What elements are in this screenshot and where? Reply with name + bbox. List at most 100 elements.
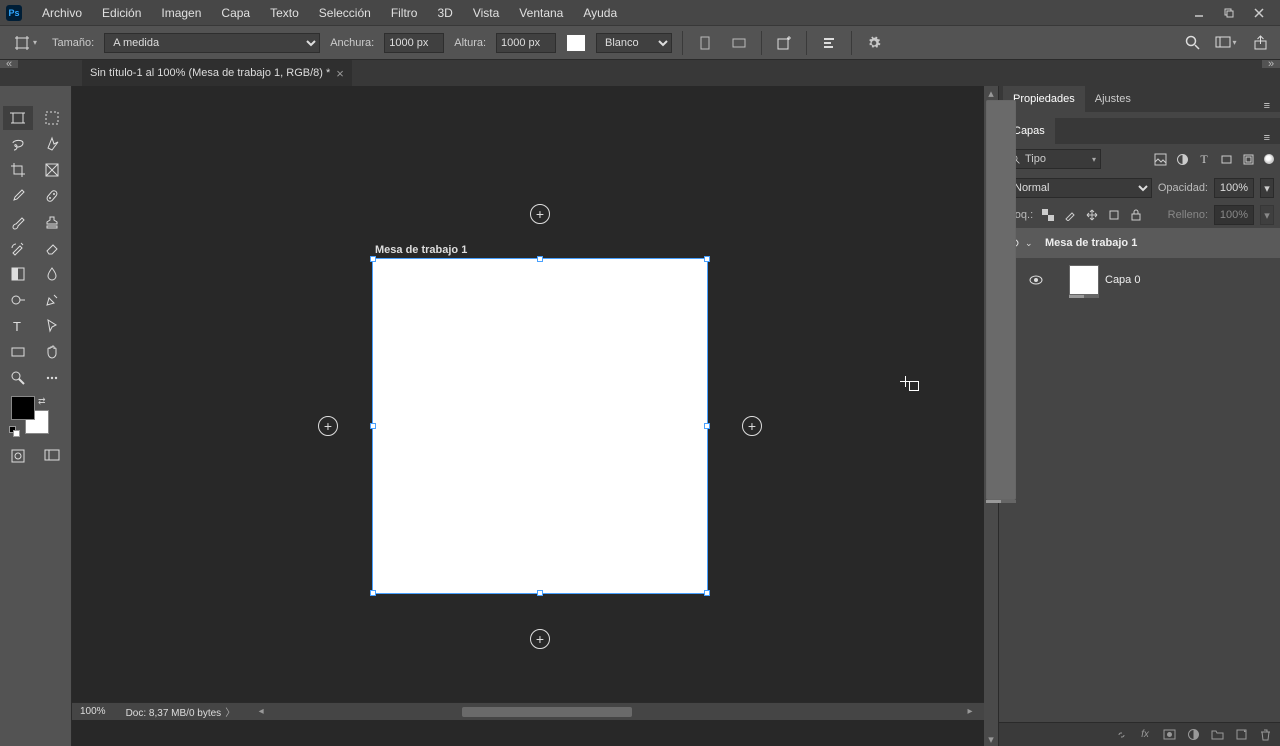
lock-all-icon[interactable] xyxy=(1127,206,1145,224)
twisty-icon[interactable]: ⌄ xyxy=(1025,238,1039,249)
resize-handle[interactable] xyxy=(370,423,376,429)
collapse-right-icon[interactable]: » xyxy=(1262,60,1280,68)
menu-edit[interactable]: Edición xyxy=(92,2,151,24)
menu-view[interactable]: Vista xyxy=(463,2,509,24)
menu-help[interactable]: Ayuda xyxy=(573,2,627,24)
filter-smart-icon[interactable] xyxy=(1238,149,1258,169)
artboard-bg-select[interactable]: Blanco xyxy=(596,33,672,53)
screenmode-tool-icon[interactable] xyxy=(37,444,67,468)
menu-layer[interactable]: Capa xyxy=(211,2,260,24)
delete-layer-icon[interactable] xyxy=(1256,726,1274,744)
layer-filter-kind-select[interactable]: Tipo ▾ xyxy=(1005,149,1101,169)
quickmask-icon[interactable] xyxy=(3,444,33,468)
share-icon[interactable] xyxy=(1248,31,1272,55)
size-preset-select[interactable]: A medida xyxy=(104,33,320,53)
path-select-tool-icon[interactable] xyxy=(37,314,67,338)
panel-menu-icon[interactable]: ≡ xyxy=(1258,132,1276,144)
filter-pixel-icon[interactable] xyxy=(1150,149,1170,169)
lock-artboard-icon[interactable] xyxy=(1105,206,1123,224)
resize-handle[interactable] xyxy=(704,590,710,596)
add-artboard-left-icon[interactable]: + xyxy=(318,416,338,436)
orientation-portrait-icon[interactable] xyxy=(693,31,717,55)
scroll-right-icon[interactable]: ▸ xyxy=(964,706,976,717)
dodge-tool-icon[interactable] xyxy=(3,288,33,312)
gear-icon[interactable] xyxy=(862,31,886,55)
filter-shape-icon[interactable] xyxy=(1216,149,1236,169)
scroll-left-icon[interactable]: ◂ xyxy=(255,706,267,717)
blend-mode-select[interactable]: Normal xyxy=(1005,178,1152,198)
pen-tool-icon[interactable] xyxy=(37,288,67,312)
menu-image[interactable]: Imagen xyxy=(151,2,211,24)
menu-type[interactable]: Texto xyxy=(260,2,309,24)
doc-info[interactable]: Doc: 8,37 MB/0 bytes〉 xyxy=(126,704,236,719)
panel-menu-icon[interactable]: ≡ xyxy=(1258,100,1276,112)
window-close-button[interactable] xyxy=(1244,2,1274,24)
foreground-color[interactable] xyxy=(11,396,35,420)
menu-filter[interactable]: Filtro xyxy=(381,2,428,24)
add-artboard-icon[interactable] xyxy=(772,31,796,55)
current-tool-artboard-icon[interactable]: ▾ xyxy=(8,28,42,58)
height-input[interactable] xyxy=(496,33,556,53)
lock-pixels-icon[interactable] xyxy=(1061,206,1079,224)
add-artboard-right-icon[interactable]: + xyxy=(742,416,762,436)
opacity-dropdown-icon[interactable]: ▾ xyxy=(1260,178,1274,198)
filter-type-icon[interactable]: T xyxy=(1194,149,1214,169)
align-icon[interactable] xyxy=(817,31,841,55)
resize-handle[interactable] xyxy=(704,256,710,262)
window-minimize-button[interactable] xyxy=(1184,2,1214,24)
healing-tool-icon[interactable] xyxy=(37,184,67,208)
artboard[interactable] xyxy=(372,258,708,594)
vertical-scrollbar[interactable]: ▴ ▾ xyxy=(984,86,998,746)
opacity-input[interactable] xyxy=(1214,178,1254,198)
layer-row-artboard[interactable]: ⌄ Mesa de trabajo 1 xyxy=(999,228,1280,258)
rectangle-tool-icon[interactable] xyxy=(3,340,33,364)
crop-tool-icon[interactable] xyxy=(3,158,33,182)
menu-window[interactable]: Ventana xyxy=(509,2,573,24)
canvas-area[interactable]: Mesa de trabajo 1 + + + + xyxy=(72,86,984,746)
close-tab-icon[interactable]: × xyxy=(336,66,344,81)
history-brush-tool-icon[interactable] xyxy=(3,236,33,260)
collapse-left-icon[interactable]: « xyxy=(0,60,18,68)
resize-handle[interactable] xyxy=(537,256,543,262)
link-layers-icon[interactable] xyxy=(1112,726,1130,744)
new-layer-icon[interactable] xyxy=(1232,726,1250,744)
gradient-tool-icon[interactable] xyxy=(3,262,33,286)
swap-colors-icon[interactable]: ⇄ xyxy=(38,396,46,407)
move-tool-icon[interactable] xyxy=(3,106,33,130)
new-group-icon[interactable] xyxy=(1208,726,1226,744)
scroll-down-icon[interactable]: ▾ xyxy=(984,732,998,746)
lock-position-icon[interactable] xyxy=(1083,206,1101,224)
layer-name[interactable]: Mesa de trabajo 1 xyxy=(1045,237,1137,249)
add-artboard-bottom-icon[interactable]: + xyxy=(530,629,550,649)
type-tool-icon[interactable]: T xyxy=(3,314,33,338)
tab-adjustments[interactable]: Ajustes xyxy=(1085,86,1141,112)
resize-handle[interactable] xyxy=(370,590,376,596)
screenmode-icon[interactable]: ▾ xyxy=(1214,31,1238,55)
color-swatches[interactable]: ⇄ xyxy=(3,394,68,442)
menu-3d[interactable]: 3D xyxy=(427,2,462,24)
resize-handle[interactable] xyxy=(537,590,543,596)
stamp-tool-icon[interactable] xyxy=(37,210,67,234)
menu-select[interactable]: Selección xyxy=(309,2,381,24)
resize-handle[interactable] xyxy=(370,256,376,262)
filter-adjust-icon[interactable] xyxy=(1172,149,1192,169)
hand-tool-icon[interactable] xyxy=(37,340,67,364)
new-adjustment-icon[interactable] xyxy=(1184,726,1202,744)
layer-name[interactable]: Capa 0 xyxy=(1105,274,1140,286)
artboard-bg-swatch[interactable] xyxy=(566,34,586,52)
eraser-tool-icon[interactable] xyxy=(37,236,67,260)
lock-transparent-icon[interactable] xyxy=(1039,206,1057,224)
window-maximize-button[interactable] xyxy=(1214,2,1244,24)
visibility-toggle-icon[interactable] xyxy=(1029,275,1043,285)
brush-tool-icon[interactable] xyxy=(3,210,33,234)
layer-row[interactable]: Capa 0 xyxy=(999,258,1280,302)
search-icon[interactable] xyxy=(1180,31,1204,55)
layer-thumbnail[interactable] xyxy=(1069,265,1099,295)
orientation-landscape-icon[interactable] xyxy=(727,31,751,55)
eyedropper-tool-icon[interactable] xyxy=(3,184,33,208)
document-tab[interactable]: Sin título-1 al 100% (Mesa de trabajo 1,… xyxy=(82,60,352,86)
frame-tool-icon[interactable] xyxy=(37,158,67,182)
quick-select-tool-icon[interactable] xyxy=(37,132,67,156)
blur-tool-icon[interactable] xyxy=(37,262,67,286)
layer-fx-icon[interactable]: fx xyxy=(1136,726,1154,744)
